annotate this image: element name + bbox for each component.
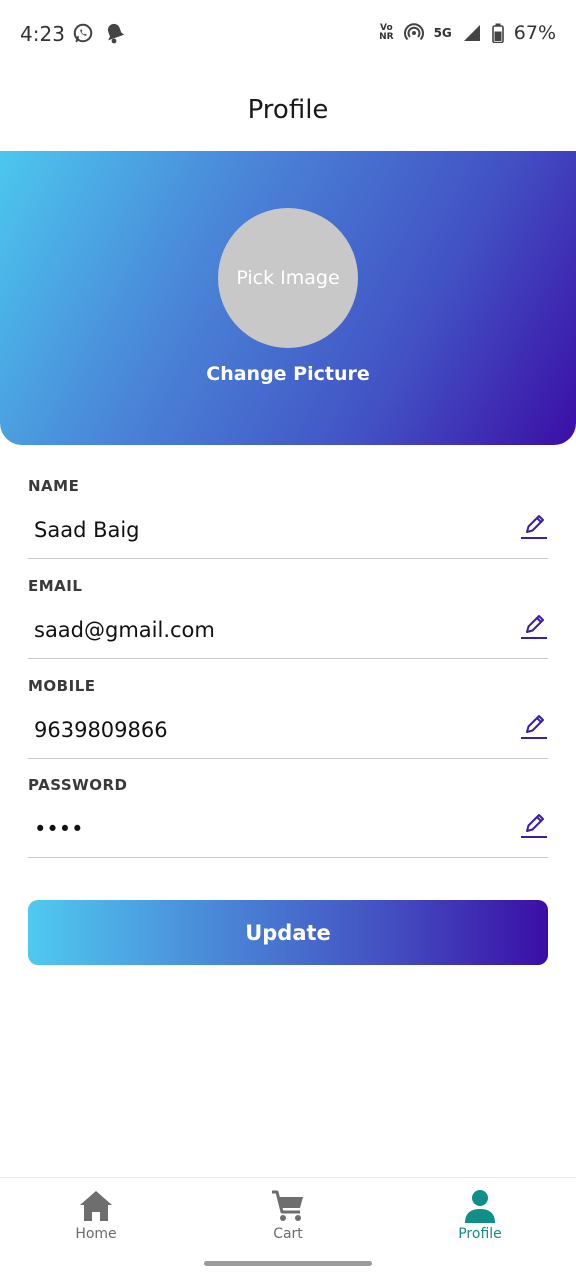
nav-cart[interactable]: Cart <box>192 1178 384 1247</box>
volte-indicator: Vo NR <box>379 23 394 42</box>
mobile-field-group: MOBILE <box>28 677 548 759</box>
status-notification-icons <box>72 22 126 44</box>
person-icon <box>465 1190 495 1223</box>
status-time: 4:23 <box>20 22 65 46</box>
app-bar: Profile <box>0 70 576 150</box>
pick-image-button[interactable]: Pick Image <box>218 208 358 348</box>
nav-cart-label: Cart <box>273 1226 303 1242</box>
name-field-row <box>28 509 548 559</box>
battery-icon <box>491 23 504 43</box>
password-input[interactable] <box>34 812 504 846</box>
mobile-label: MOBILE <box>28 677 96 695</box>
gesture-handle <box>204 1261 372 1266</box>
home-icon <box>80 1191 112 1221</box>
password-field-row <box>28 808 548 858</box>
page-title: Profile <box>247 95 329 125</box>
pick-image-label: Pick Image <box>236 267 340 289</box>
email-field-group: EMAIL <box>28 577 548 659</box>
battery-percent: 67% <box>513 22 556 44</box>
edit-mobile-icon[interactable] <box>520 711 548 741</box>
nav-profile-label: Profile <box>458 1226 502 1242</box>
email-field-row <box>28 609 548 659</box>
cart-icon <box>272 1190 303 1221</box>
nav-profile[interactable]: Profile <box>384 1178 576 1247</box>
email-input[interactable] <box>34 613 504 647</box>
name-input[interactable] <box>34 513 504 547</box>
change-picture-link[interactable]: Change Picture <box>0 363 576 385</box>
mobile-field-row <box>28 709 548 759</box>
name-label: NAME <box>28 477 80 495</box>
status-bar: 4:23 Vo NR 5G 67% <box>0 0 576 70</box>
password-field-group: PASSWORD <box>28 776 548 858</box>
email-label: EMAIL <box>28 577 83 595</box>
edit-email-icon[interactable] <box>520 611 548 641</box>
profile-header: Pick Image Change Picture <box>0 151 576 445</box>
mobile-input[interactable] <box>34 713 504 747</box>
edit-password-icon[interactable] <box>520 810 548 840</box>
edit-name-icon[interactable] <box>520 511 548 541</box>
whatsapp-icon <box>73 23 93 43</box>
signal-icon <box>463 25 480 41</box>
nav-home-label: Home <box>75 1226 117 1242</box>
name-field-group: NAME <box>28 477 548 559</box>
bottom-navigation: Home Cart Profile <box>0 1177 576 1247</box>
nav-home[interactable]: Home <box>0 1178 192 1247</box>
update-button[interactable]: Update <box>28 900 548 965</box>
status-system-icons: Vo NR 5G 67% <box>379 22 556 44</box>
hotspot-icon <box>403 23 424 41</box>
password-label: PASSWORD <box>28 776 128 794</box>
network-type: 5G <box>433 26 452 40</box>
notification-bell-icon <box>107 23 125 44</box>
